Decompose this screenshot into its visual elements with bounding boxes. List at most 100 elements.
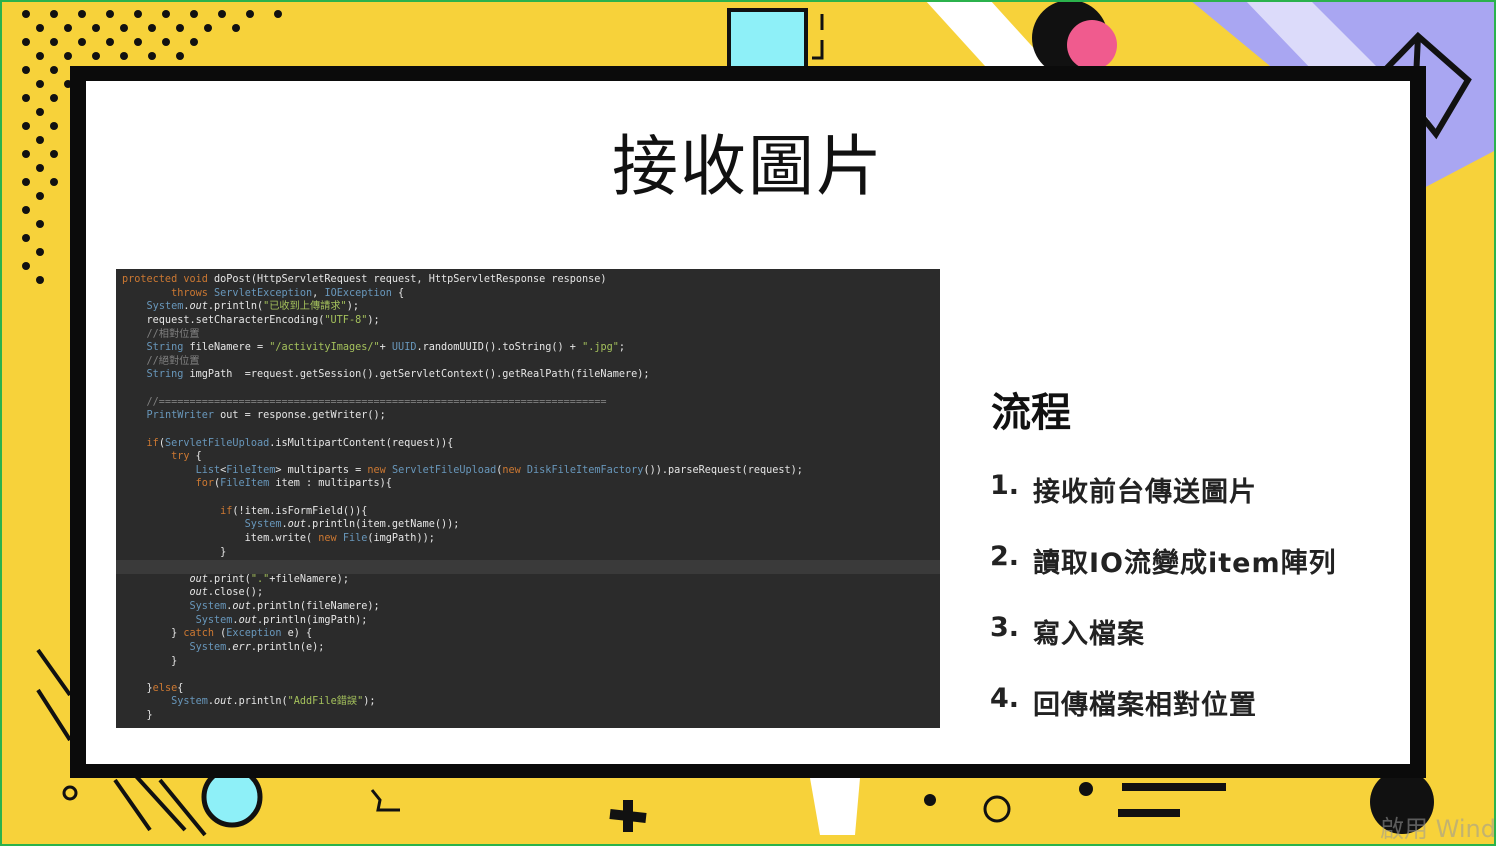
step-text: 讀取IO流變成item陣列: [1033, 548, 1337, 579]
code-line: //絕對位置: [122, 355, 200, 367]
code-line: System.out.println(imgPath);: [195, 614, 368, 626]
pattern-dot: [22, 122, 30, 130]
pattern-dot: [148, 52, 156, 60]
slide-title: 接收圖片: [612, 128, 884, 205]
pattern-dot: [92, 52, 100, 60]
code-line: throws ServletException, IOException {: [171, 287, 405, 299]
code-line: if(ServletFileUpload.isMultipartContent(…: [146, 437, 454, 449]
code-line: protected void doPost(HttpServletRequest…: [122, 274, 607, 285]
pattern-dot: [162, 10, 170, 18]
pattern-dot: [134, 38, 142, 46]
pattern-dot: [36, 136, 44, 144]
pattern-dot: [78, 10, 86, 18]
step-number: 4.: [990, 683, 1020, 714]
ring-bottom: [983, 795, 1011, 823]
pattern-dot: [36, 52, 44, 60]
code-line: out.print("."+fileNamere);: [189, 573, 349, 585]
pattern-dot: [22, 178, 30, 186]
flow-step: 4. 回傳檔案相對位置: [990, 683, 1337, 754]
pattern-dot: [50, 94, 58, 102]
code-line: if(!item.isFormField()){: [220, 505, 368, 517]
code-line: //相對位置: [122, 328, 200, 340]
zigzag-line: [370, 789, 400, 812]
code-current-line-highlight: [116, 560, 940, 574]
bracket-lines: [812, 14, 824, 60]
white-stripe-bottom: [810, 778, 860, 835]
pattern-dot: [36, 276, 44, 284]
pattern-dot: [176, 52, 184, 60]
pattern-dot: [50, 150, 58, 158]
pattern-dot: [134, 10, 142, 18]
pattern-dot: [50, 122, 58, 130]
pattern-dot: [50, 178, 58, 186]
code-line: System.out.println(fileNamere);: [189, 601, 380, 612]
flow-step: 2. 讀取IO流變成item陣列: [990, 541, 1337, 612]
code-line: }else{: [122, 682, 184, 694]
code-line: try {: [171, 451, 202, 463]
pattern-dot: [36, 80, 44, 88]
code-line: String fileNamere = "/activityImages/"+ …: [146, 342, 626, 354]
slide-canvas: 接收圖片 protected void doPost(HttpServletRe…: [0, 0, 1496, 846]
pattern-dot: [22, 150, 30, 158]
code-line: }: [122, 710, 153, 721]
step-text: 回傳檔案相對位置: [1033, 690, 1257, 721]
pattern-dot: [22, 38, 30, 46]
pattern-dot: [64, 24, 72, 32]
pattern-dot: [22, 94, 30, 102]
code-line: System.out.println("AddFile錯誤");: [171, 696, 376, 708]
pink-circle: [1067, 20, 1117, 70]
code-line: List<FileItem> multiparts = new ServletF…: [195, 464, 803, 476]
code-line: for(FileItem item : multiparts){: [195, 478, 392, 490]
pattern-dot: [204, 24, 212, 32]
pattern-dot: [148, 24, 156, 32]
pattern-dot: [246, 10, 254, 18]
plus-shape: [609, 800, 647, 832]
step-number: 2.: [990, 541, 1020, 572]
flow-steps-list: 1. 接收前台傳送圖片 2. 讀取IO流變成item陣列 3. 寫入檔案 4. 回傳檔案…: [990, 470, 1337, 754]
code-line: }: [122, 655, 178, 667]
code-line: //======================================…: [122, 396, 607, 408]
pattern-dot: [50, 66, 58, 74]
step-number: 1.: [990, 470, 1020, 501]
pattern-dot: [50, 38, 58, 46]
pattern-dot: [106, 10, 114, 18]
pattern-dot: [36, 164, 44, 172]
code-line: request.setCharacterEncoding("UTF-8");: [122, 314, 380, 326]
code-block: protected void doPost(HttpServletRequest…: [116, 269, 940, 723]
pattern-dot: [78, 38, 86, 46]
code-line: item.write( new File(imgPath));: [122, 532, 435, 544]
white-stripe: [925, 0, 1050, 66]
pattern-dot: [218, 10, 226, 18]
pattern-dot: [50, 10, 58, 18]
pattern-dot: [22, 10, 30, 18]
pattern-dot: [92, 24, 100, 32]
pattern-dot: [176, 24, 184, 32]
pattern-dot: [22, 206, 30, 214]
step-number: 3.: [990, 612, 1020, 643]
dot-bottom-2: [1079, 782, 1093, 796]
pattern-dot: [232, 24, 240, 32]
pattern-dot: [106, 38, 114, 46]
code-line: System.err.println(e);: [189, 641, 325, 653]
step-text: 接收前台傳送圖片: [1033, 477, 1257, 508]
code-line: PrintWriter out = response.getWriter();: [146, 410, 386, 422]
pattern-dot: [190, 38, 198, 46]
pattern-dot: [64, 52, 72, 60]
pattern-dot: [162, 38, 170, 46]
flow-heading: 流程: [991, 390, 1071, 436]
code-line: System.out.println(item.getName());: [244, 519, 460, 531]
code-line: String imgPath =request.getSession().get…: [146, 369, 650, 381]
pattern-dot: [36, 24, 44, 32]
pattern-dot: [36, 220, 44, 228]
step-text: 寫入檔案: [1033, 619, 1145, 650]
pattern-dot: [22, 262, 30, 270]
flow-step: 1. 接收前台傳送圖片: [990, 470, 1337, 541]
pattern-dot: [36, 108, 44, 116]
code-screenshot: protected void doPost(HttpServletRequest…: [116, 269, 940, 728]
bar-bottom-2: [1118, 809, 1180, 817]
code-line: } catch (Exception e) {: [122, 628, 313, 640]
